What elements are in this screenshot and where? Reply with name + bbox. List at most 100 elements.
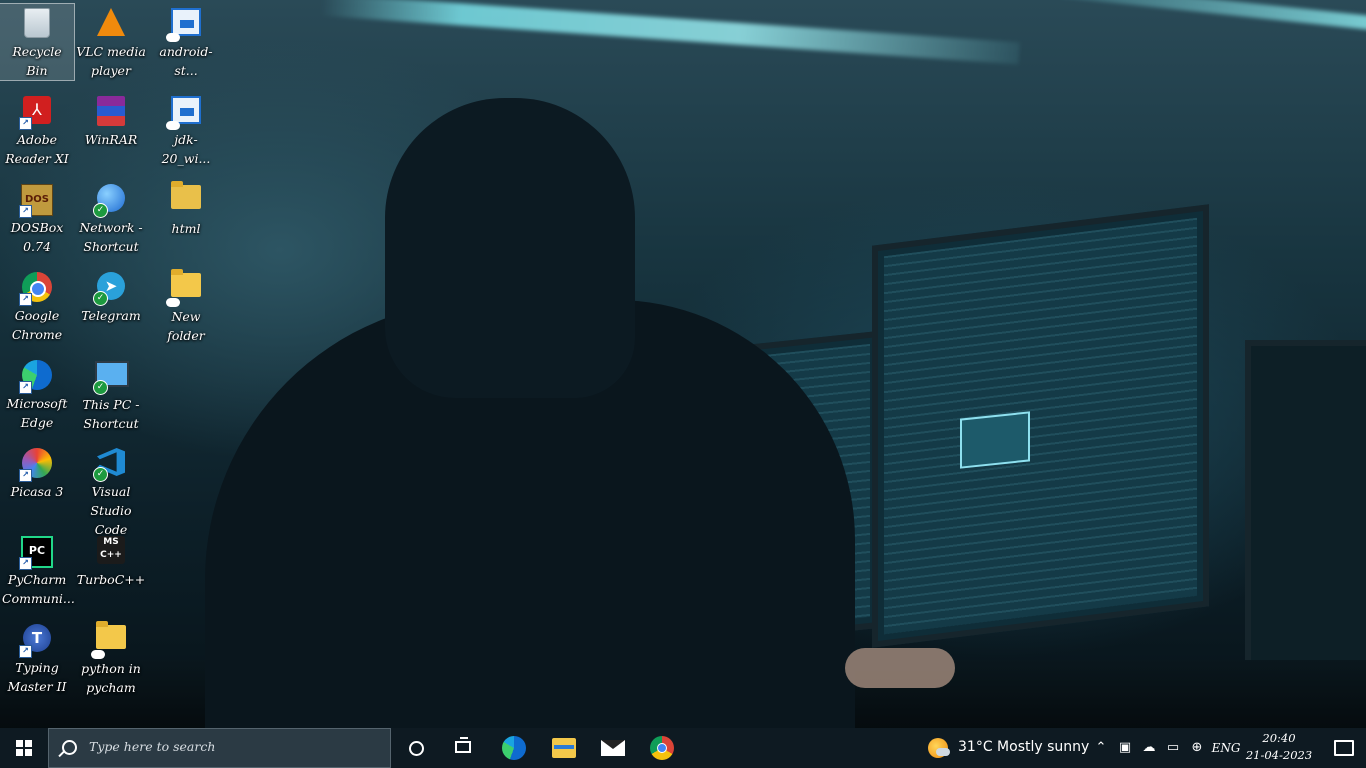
computer-icon: ✓ [93, 361, 129, 395]
desktop-icon-python-in-pycham[interactable]: python in pycham [74, 620, 148, 697]
partly-sunny-icon [928, 738, 950, 758]
taskbar-chrome[interactable] [638, 728, 686, 768]
notification-center-button[interactable] [1320, 728, 1366, 768]
meet-now-icon[interactable]: ▣ [1113, 728, 1137, 768]
edge-icon [502, 736, 526, 760]
picasa-icon: ↗ [19, 448, 53, 482]
icon-label: Google Chrome [11, 308, 63, 342]
cortana-button[interactable] [392, 728, 440, 768]
winrar-icon [95, 96, 127, 128]
hacker-hood [385, 98, 635, 398]
icon-label: Recycle Bin [12, 44, 62, 78]
desktop-icon-jdk[interactable]: jdk-20_wi... [149, 92, 223, 168]
desktop-icon-vscode[interactable]: ✓ Visual Studio Code [74, 444, 148, 539]
desktop-icon-vlc[interactable]: VLC media player [74, 4, 148, 80]
wallpaper-monitor [872, 204, 1209, 648]
desktop-icon-picasa[interactable]: ↗ Picasa 3 [0, 444, 74, 501]
ceiling-light [1060, 0, 1366, 31]
icon-label: WinRAR [84, 132, 138, 147]
icon-label: Telegram [81, 308, 141, 323]
network-icon: ✓ [93, 184, 127, 218]
icon-label: Visual Studio Code [90, 484, 132, 537]
mail-icon [601, 740, 625, 756]
typing-master-icon: T ↗ [19, 624, 53, 658]
weather-temperature: 31°C [958, 739, 993, 755]
icon-label: This PC - Shortcut [82, 397, 140, 431]
desktop-icon-adobe-reader[interactable]: ⅄ ↗ Adobe Reader XI [0, 92, 74, 168]
folder-icon [170, 185, 202, 217]
icon-label: jdk-20_wi... [161, 132, 211, 166]
adobe-reader-icon: ⅄ ↗ [19, 96, 53, 130]
recycle-bin-icon [21, 8, 53, 40]
taskbar-mail[interactable] [589, 728, 637, 768]
icon-label: Adobe Reader XI [5, 132, 69, 166]
taskbar-search-box[interactable]: Type here to search [48, 728, 391, 768]
network-globe-icon[interactable]: ⊕ [1185, 728, 1209, 768]
weather-condition: Mostly sunny [997, 739, 1090, 755]
icon-label: TurboC++ [76, 572, 146, 587]
wallpaper-dialog [960, 411, 1030, 469]
dosbox-icon: DOS ↗ [19, 184, 53, 218]
taskbar: Type here to search 31°C Mostly sunny ⌃ … [0, 728, 1366, 768]
folder-icon [166, 273, 202, 307]
windows-logo-icon [16, 740, 32, 756]
chrome-icon: ↗ [19, 272, 53, 306]
vscode-icon: ✓ [93, 448, 127, 482]
show-hidden-icons-chevron-up-icon[interactable]: ⌃ [1089, 728, 1113, 768]
edge-icon: ↗ [19, 360, 53, 394]
desktop-icon-network-shortcut[interactable]: ✓ Network - Shortcut [74, 180, 148, 256]
input-language[interactable]: ENG [1210, 728, 1242, 768]
chrome-icon [650, 736, 674, 760]
desktop-icon-recycle-bin[interactable]: Recycle Bin [0, 3, 75, 81]
desktop-icon-typing-master[interactable]: T ↗ Typing Master II [0, 620, 74, 696]
cortana-circle-icon [409, 741, 424, 756]
hacker-hand [845, 648, 955, 688]
desktop-icon-this-pc-shortcut[interactable]: ✓ This PC - Shortcut [74, 356, 148, 433]
desktop-icon-telegram[interactable]: ➤ ✓ Telegram [74, 268, 148, 325]
installer-file-icon [166, 96, 202, 130]
icon-label: Microsoft Edge [6, 396, 68, 430]
notification-icon [1334, 740, 1354, 756]
icon-label: PyCharm Communi... [2, 572, 75, 606]
onedrive-cloud-icon[interactable]: ☁ [1137, 728, 1161, 768]
search-placeholder: Type here to search [89, 739, 216, 754]
taskbar-file-explorer[interactable] [540, 728, 588, 768]
pycharm-icon: PC ↗ [19, 536, 53, 570]
folder-icon [91, 625, 127, 659]
icon-label: android-st... [159, 44, 213, 78]
battery-icon[interactable]: ▭ [1161, 728, 1185, 768]
desktop-icon-google-chrome[interactable]: ↗ Google Chrome [0, 268, 74, 344]
wallpaper-monitor [1245, 340, 1366, 672]
installer-file-icon [166, 8, 202, 42]
desktop-icon-html[interactable]: html [149, 180, 223, 238]
search-icon [62, 740, 77, 755]
task-view-icon [455, 737, 471, 753]
desktop-icon-new-folder[interactable]: New folder [149, 268, 223, 345]
ceiling-light [320, 0, 1020, 65]
desktop-icon-dosbox[interactable]: DOS ↗ DOSBox 0.74 [0, 180, 74, 256]
turboc-icon: MS C++ [95, 536, 127, 568]
icon-label: Network - Shortcut [79, 220, 143, 254]
file-explorer-icon [552, 738, 576, 758]
desktop-icon-microsoft-edge[interactable]: ↗ Microsoft Edge [0, 356, 74, 432]
desktop-icon-winrar[interactable]: WinRAR [74, 92, 148, 149]
icon-label: html [171, 221, 201, 236]
icon-label: Picasa 3 [10, 484, 64, 499]
desktop-icon-pycharm[interactable]: PC ↗ PyCharm Communi... [0, 532, 75, 608]
icon-label: DOSBox 0.74 [10, 220, 64, 254]
telegram-icon: ➤ ✓ [93, 272, 127, 306]
icon-label: VLC media player [76, 44, 146, 78]
start-button[interactable] [0, 728, 48, 768]
desktop-icon-turboc[interactable]: MS C++ TurboC++ [74, 532, 148, 589]
weather-widget[interactable]: 31°C Mostly sunny [926, 728, 1090, 768]
vlc-cone-icon [95, 8, 127, 40]
task-view-button[interactable] [440, 728, 488, 768]
icon-label: python in pycham [81, 661, 141, 695]
taskbar-clock[interactable]: 20:40 21-04-2023 [1244, 730, 1314, 766]
icon-label: New folder [167, 309, 205, 343]
icon-label: Typing Master II [7, 660, 67, 694]
clock-time: 20:40 [1262, 731, 1296, 745]
taskbar-edge[interactable] [490, 728, 538, 768]
clock-date: 21-04-2023 [1245, 748, 1313, 762]
desktop-icon-android-studio[interactable]: android-st... [149, 4, 223, 80]
